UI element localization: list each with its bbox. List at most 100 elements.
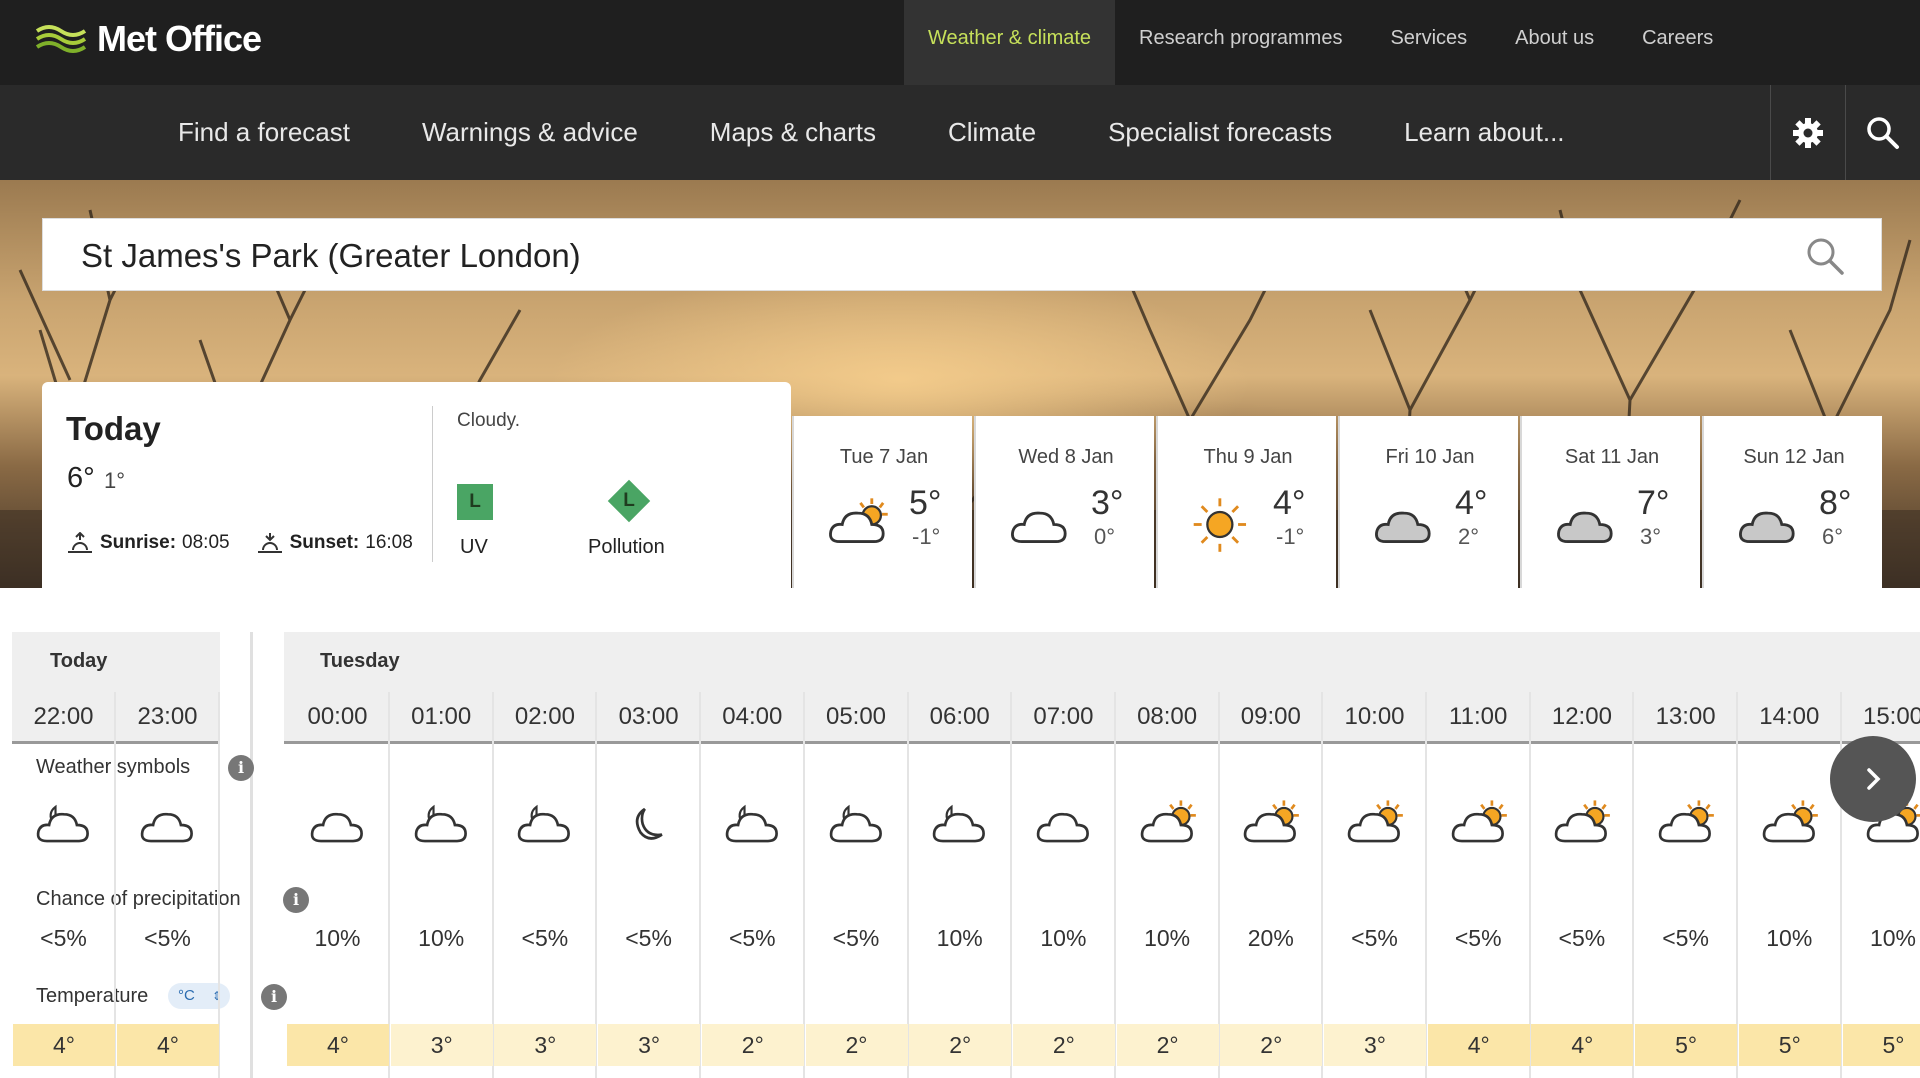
hour-weather-symbol [410,798,472,850]
hour-time: 12:00 [1551,703,1612,730]
uv-level-badge[interactable]: L [457,484,493,520]
today-summary-text: Cloudy. [457,410,521,431]
partly-cloudy-night-icon [725,804,778,843]
hour-temperature: 4° [1427,1024,1530,1066]
column-divider [1113,692,1116,1078]
partly-cloudy-night-icon [829,804,882,843]
hour-temperature: 2° [909,1024,1012,1066]
hour-precip: 10% [936,925,983,951]
top-nav-about[interactable]: About us [1491,0,1618,85]
sunny-intervals-icon [1244,800,1300,843]
today-high-temp: 6° [67,462,95,494]
column-divider [1425,692,1427,1078]
hour-time: 23:00 [137,703,198,730]
nav-learn-about[interactable]: Learn about... [1376,85,1592,180]
search-input[interactable]: St James's Park (Greater London) [81,219,581,292]
hour-time: 09:00 [1240,703,1301,730]
hour-weather-symbol [1032,798,1094,850]
column-divider [218,692,220,1078]
hour-time: 22:00 [33,703,94,730]
column-divider [1321,692,1324,1078]
overcast-icon [1739,511,1795,543]
hour-precip: 10% [418,925,465,951]
hour-precip: <5% [521,925,569,951]
day-high-temp: 7° [1637,484,1670,522]
info-icon[interactable]: i [261,984,287,1010]
temperature-unit-select[interactable]: °C ⇕ [168,983,230,1009]
day-low-temp: -1° [1276,524,1305,549]
unit-value: °C [178,987,195,1004]
today-summary-card[interactable]: Today 6° 1° Sunrise: 08:05 Sunset: 16:08… [42,382,791,588]
settings-button[interactable] [1770,85,1845,180]
nav-specialist-forecasts[interactable]: Specialist forecasts [1080,85,1360,180]
hour-temperature: 2° [1116,1024,1219,1066]
day-tile[interactable]: Wed 8 Jan 3° 0° [974,416,1154,588]
temperature-label: Temperature [36,985,149,1007]
info-icon[interactable]: i [228,755,254,781]
cloud-icon [310,812,363,843]
day-high-temp: 3° [1091,484,1124,522]
hour-temperature: 5° [1738,1024,1841,1066]
brand-name: Met Office [97,18,262,59]
hour-temperature: 2° [1220,1024,1323,1066]
hour-temperature: 2° [701,1024,804,1066]
hour-time: 06:00 [929,703,990,730]
top-bar: Met Office Weather & climate Research pr… [0,0,1920,85]
location-search[interactable]: St James's Park (Greater London) [42,218,1882,291]
day-low-temp: 3° [1640,524,1662,549]
hour-time: 01:00 [411,703,472,730]
day-tile[interactable]: Sun 12 Jan 8° 6° [1702,416,1882,588]
overcast-icon [1557,511,1613,543]
hour-time: 10:00 [1344,703,1405,730]
hour-temperature: 2° [805,1024,908,1066]
hour-weather-symbol [513,798,575,850]
hour-time: 08:00 [1137,703,1198,730]
hour-weather-symbol [1239,798,1301,850]
sun-icon [1193,498,1247,552]
hour-temperature: 3° [494,1024,597,1066]
column-divider [802,692,805,1078]
main-nav: Find a forecast Warnings & advice Maps &… [0,85,1920,180]
column-divider [114,692,116,1078]
hour-weather-symbol [1447,798,1509,850]
top-nav-weather-climate[interactable]: Weather & climate [904,0,1116,85]
column-divider [699,692,702,1078]
hour-time: 04:00 [722,703,783,730]
day-tile[interactable]: Fri 10 Jan 4° 2° [1338,416,1518,588]
nav-find-forecast[interactable]: Find a forecast [150,85,378,180]
column-divider [595,692,598,1078]
sunrise-icon [68,532,92,553]
column-divider [1632,692,1635,1078]
waves-logo-icon [35,25,87,53]
day-name: Wed 8 Jan [1018,446,1114,468]
nav-search-button[interactable] [1845,85,1920,180]
day-weather-icon [1552,496,1618,546]
hour-temperature: 3° [598,1024,701,1066]
cloud-icon [1011,511,1067,543]
day-tile[interactable]: Thu 9 Jan 4° -1° [1156,416,1336,588]
search-icon[interactable] [1804,235,1846,277]
hour-precip: 10% [314,925,361,951]
info-icon[interactable]: i [283,887,309,913]
hour-precip: <5% [625,925,672,951]
day-tile[interactable]: Tue 7 Jan 5° -1° [792,416,972,588]
hour-precip: 20% [1247,925,1294,951]
top-nav-research[interactable]: Research programmes [1115,0,1366,85]
sunny-intervals-icon [1762,800,1818,843]
column-divider [906,692,909,1078]
met-office-logo[interactable]: Met Office [35,18,262,60]
nav-climate[interactable]: Climate [920,85,1064,180]
hour-precip: <5% [1558,925,1606,951]
nav-maps-charts[interactable]: Maps & charts [682,85,904,180]
hour-precip: 10% [1869,925,1917,951]
divider [432,406,433,562]
nav-warnings-advice[interactable]: Warnings & advice [394,85,666,180]
top-nav-careers[interactable]: Careers [1618,0,1737,85]
hour-time: 07:00 [1033,703,1094,730]
hour-weather-symbol [306,798,368,850]
next-hours-button[interactable] [1830,736,1916,822]
column-divider [1736,692,1739,1078]
top-nav-services[interactable]: Services [1366,0,1491,85]
uv-label: UV [460,536,488,558]
day-tile[interactable]: Sat 11 Jan 7° 3° [1520,416,1700,588]
